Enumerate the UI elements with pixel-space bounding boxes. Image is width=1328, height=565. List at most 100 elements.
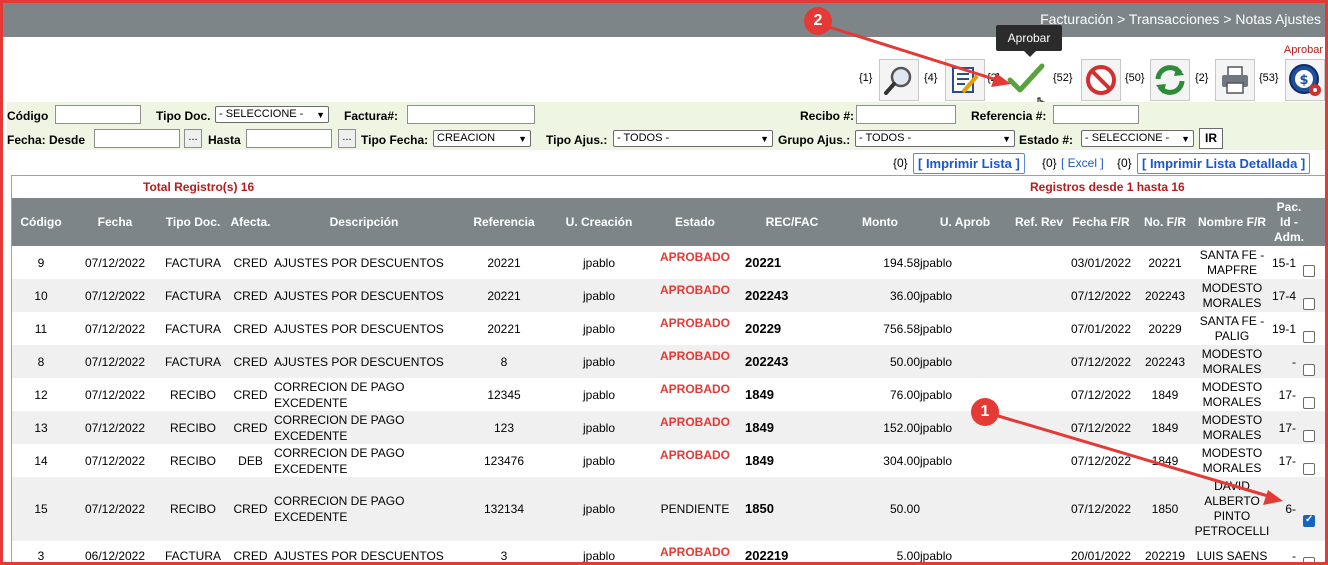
- cell-estado: APROBADO: [653, 279, 737, 312]
- row-checkbox[interactable]: [1303, 265, 1315, 277]
- cell-fecha: 07/12/2022: [84, 387, 146, 402]
- col-u-aprob[interactable]: U. Aprob: [932, 198, 998, 246]
- col-ref-rev[interactable]: Ref. Rev: [1010, 198, 1068, 246]
- cell-codigo: 3: [37, 549, 45, 563]
- col-nombre-fr[interactable]: Nombre F/R: [1192, 198, 1272, 246]
- annotation-badge-2: 2: [804, 7, 832, 35]
- description-line: EXCEDENTE: [274, 395, 348, 410]
- excel-link[interactable]: [ Excel ]: [1061, 156, 1104, 170]
- col-referencia[interactable]: Referencia: [467, 198, 541, 246]
- refresh-button[interactable]: [1150, 59, 1190, 101]
- row-checkbox[interactable]: [1303, 397, 1315, 409]
- cell-codigo: 9: [37, 255, 45, 270]
- imprimir-detallada-link[interactable]: [ Imprimir Lista Detallada ]: [1137, 153, 1311, 174]
- grupo-ajus-select[interactable]: - TODOS - ▼: [855, 130, 1015, 147]
- status-badge: APROBADO: [659, 382, 730, 396]
- printer-icon: [1222, 66, 1248, 94]
- cell-uapr: jpablo: [920, 453, 953, 468]
- cell-ref: 20221: [487, 288, 521, 303]
- cancel-button[interactable]: [1081, 59, 1121, 101]
- tipo-fecha-select[interactable]: CREACION ▼: [433, 130, 531, 147]
- search-button[interactable]: [879, 59, 919, 101]
- breadcrumb: Facturación > Transacciones > Notas Ajus…: [1040, 11, 1321, 27]
- imprimir-lista-link[interactable]: [ Imprimir Lista ]: [913, 153, 1025, 174]
- col-pac-id[interactable]: Pac. Id - Adm.: [1271, 198, 1307, 246]
- col-rec-fac[interactable]: REC/FAC: [747, 198, 837, 246]
- table-row[interactable]: 8 07/12/2022 FACTURA CRED AJUSTES POR DESCUE…: [12, 345, 1325, 378]
- ir-button[interactable]: IR: [1199, 128, 1223, 149]
- tipo-ajus-select[interactable]: - TODOS - ▼: [613, 130, 773, 147]
- cell-uapr: [920, 477, 980, 541]
- col-codigo[interactable]: Código: [12, 198, 70, 246]
- col-u-creacion[interactable]: U. Creación: [557, 198, 641, 246]
- description-line: EXCEDENTE: [274, 428, 348, 443]
- fecha-desde-picker-button[interactable]: ...: [184, 129, 202, 148]
- cell-fecfr: 07/12/2022: [1070, 420, 1132, 435]
- svg-text:$: $: [1299, 73, 1308, 88]
- cell-pac: 17-: [1278, 420, 1296, 435]
- cell-tipo: FACTURA: [164, 288, 221, 303]
- col-fecha[interactable]: Fecha: [72, 198, 158, 246]
- cell-monto: 50.00: [889, 354, 920, 369]
- table-row[interactable]: 13 07/12/2022 RECIBO CRED CORRECION DE PAGO E…: [12, 411, 1325, 444]
- cell-recfac: 202219: [745, 548, 789, 563]
- nombre-line: ALBERTO: [1204, 494, 1260, 508]
- cell-desc: CORRECION DE PAGO EXCEDENTE: [274, 477, 464, 541]
- cell-uapr: jpablo: [920, 321, 953, 336]
- cell-estado: APROBADO: [653, 246, 737, 279]
- cell-codigo: 10: [34, 288, 48, 303]
- col-monto[interactable]: Monto: [852, 198, 908, 246]
- fecha-desde-input[interactable]: [94, 129, 180, 148]
- table-row[interactable]: 12 07/12/2022 RECIBO CRED CORRECION DE PAGO E…: [12, 378, 1325, 411]
- nombre-line: PINTO: [1213, 509, 1251, 523]
- estado-select[interactable]: - SELECCIONE - ▼: [1081, 130, 1194, 147]
- edit-button[interactable]: [945, 59, 985, 101]
- cell-pac: 15-1: [1271, 255, 1296, 270]
- nombre-line: MORALES: [1202, 295, 1262, 310]
- cell-fecha: 07/12/2022: [84, 453, 146, 468]
- table-row[interactable]: 10 07/12/2022 FACTURA CRED AJUSTES POR DESCU…: [12, 279, 1325, 312]
- table-row[interactable]: 11 07/12/2022 FACTURA CRED AJUSTES POR DESCU…: [12, 312, 1325, 345]
- row-checkbox[interactable]: [1303, 364, 1315, 376]
- cell-codigo: 15: [34, 502, 48, 516]
- hasta-input[interactable]: [246, 129, 332, 148]
- approve-button[interactable]: [1007, 59, 1045, 99]
- toolbar-count: {2}: [987, 72, 1001, 84]
- toolbar-count: {2}: [1195, 72, 1209, 84]
- cell-desc: CORRECION DE PAGO EXCEDENTE: [274, 378, 464, 411]
- estado-label: Estado #:: [1019, 133, 1074, 147]
- tipo-doc-select[interactable]: - SELECCIONE - ▼: [215, 106, 329, 123]
- col-no-fr[interactable]: No. F/R: [1138, 198, 1192, 246]
- description-line: EXCEDENTE: [274, 510, 348, 524]
- row-checkbox[interactable]: [1303, 430, 1315, 442]
- row-checkbox[interactable]: [1303, 298, 1315, 310]
- table-row[interactable]: 15 07/12/2022 RECIBO CRED CORRECION DE PAGO E…: [12, 477, 1325, 541]
- table-row[interactable]: 3 06/12/2022 FACTURA CRED AJUSTES POR DESCUE…: [12, 541, 1325, 563]
- table-row[interactable]: 14 07/12/2022 RECIBO DEB CORRECION DE PAGO EX…: [12, 444, 1325, 477]
- print-button[interactable]: [1215, 59, 1255, 101]
- col-tipo-doc[interactable]: Tipo Doc.: [160, 198, 226, 246]
- cell-uapr: jpablo: [920, 549, 953, 563]
- hasta-picker-button[interactable]: ...: [338, 129, 356, 148]
- cell-estado: APROBADO: [653, 345, 737, 378]
- row-checkbox[interactable]: [1303, 514, 1315, 527]
- col-afecta[interactable]: Afecta.: [227, 198, 274, 246]
- codigo-input[interactable]: [55, 105, 141, 124]
- cell-ucre: jpablo: [582, 288, 616, 303]
- approve-payment-button[interactable]: $: [1285, 59, 1325, 101]
- cell-ref: 132134: [483, 502, 525, 516]
- cell-nom: DAVID ALBERTO PINTO PETROCELLI: [1192, 477, 1272, 541]
- col-fecha-fr[interactable]: Fecha F/R: [1068, 198, 1134, 246]
- factura-input[interactable]: [407, 105, 535, 124]
- row-checkbox[interactable]: [1303, 557, 1315, 562]
- cell-uapr: jpablo: [920, 288, 953, 303]
- tipo-doc-label: Tipo Doc.: [156, 109, 211, 123]
- nombre-line: MORALES: [1202, 460, 1262, 475]
- recibo-input[interactable]: [856, 105, 956, 124]
- referencia-input[interactable]: [1053, 105, 1139, 124]
- col-estado[interactable]: Estado: [653, 198, 737, 246]
- col-descripcion[interactable]: Descripción: [274, 198, 454, 246]
- table-row[interactable]: 9 07/12/2022 FACTURA CRED AJUSTES POR DESCUE…: [12, 246, 1325, 279]
- row-checkbox[interactable]: [1303, 463, 1315, 475]
- row-checkbox[interactable]: [1303, 331, 1315, 343]
